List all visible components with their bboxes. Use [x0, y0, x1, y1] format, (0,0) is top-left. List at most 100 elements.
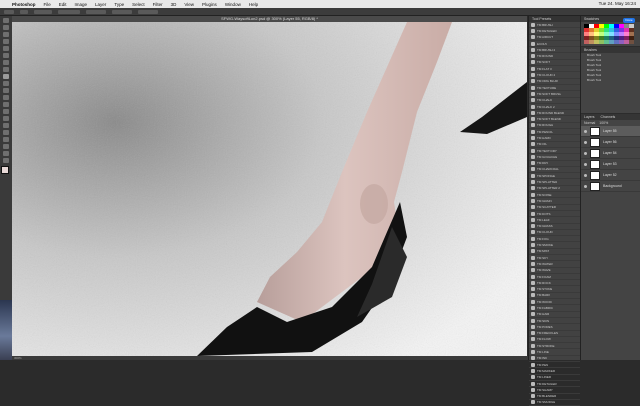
- brush-preset-label: TM FOG: [537, 236, 549, 241]
- brush-icon: [531, 186, 535, 191]
- brushes-mini-list: Brush Tool Brush Tool Brush Tool Brush Tool…: [581, 53, 640, 83]
- brush-preset-label: TM ROCK: [537, 280, 551, 285]
- frame-tool-icon[interactable]: [3, 53, 9, 58]
- menu-3d[interactable]: 3D: [171, 2, 177, 7]
- layer-name: Background: [603, 184, 622, 188]
- mode-select[interactable]: [58, 9, 80, 14]
- tool-presets-panel: Tool Presets TM BRUSH TM DETAILED TM AIRCU…: [528, 16, 580, 406]
- menu-view[interactable]: View: [184, 2, 194, 7]
- brush-icon: [531, 400, 535, 405]
- opacity-control[interactable]: [86, 9, 106, 14]
- clone-stamp-tool-icon[interactable]: [3, 81, 9, 86]
- eye-icon[interactable]: [584, 151, 587, 155]
- brush-icon: [531, 261, 535, 266]
- brush-preset-icon[interactable]: [20, 9, 28, 14]
- menu-window[interactable]: Window: [225, 2, 241, 7]
- flow-control[interactable]: [112, 9, 132, 14]
- gradient-tool-icon[interactable]: [3, 102, 9, 107]
- healing-tool-icon[interactable]: [3, 67, 9, 72]
- marquee-tool-icon[interactable]: [3, 25, 9, 30]
- eye-icon[interactable]: [584, 129, 587, 133]
- layer-thumbnail: [590, 181, 600, 191]
- blur-tool-icon[interactable]: [3, 109, 9, 114]
- menu-filter[interactable]: Filter: [153, 2, 163, 7]
- menu-layer[interactable]: Layer: [95, 2, 106, 7]
- eye-icon[interactable]: [584, 140, 587, 144]
- document-canvas[interactable]: [12, 22, 527, 356]
- menu-image[interactable]: Image: [75, 2, 88, 7]
- menu-plugins[interactable]: Plugins: [202, 2, 217, 7]
- menu-file[interactable]: File: [44, 2, 51, 7]
- color-swatch[interactable]: [629, 40, 634, 44]
- menu-app-name[interactable]: Photoshop: [12, 2, 36, 7]
- done-button[interactable]: Done: [623, 18, 635, 23]
- crop-tool-icon[interactable]: [3, 46, 9, 51]
- brush-tool-icon[interactable]: [3, 74, 9, 79]
- brush-icon: [531, 104, 535, 109]
- brush-preset-item[interactable]: TM SMUDGE: [529, 400, 580, 406]
- brush-preset-label: TM PORES: [537, 324, 553, 329]
- opacity-value[interactable]: 100%: [599, 121, 608, 125]
- color-swatches[interactable]: [1, 166, 12, 177]
- layer-row[interactable]: Layer 53: [581, 159, 640, 170]
- layer-row[interactable]: Layer 52: [581, 170, 640, 181]
- brush-preset-label: TM SOFT BRUSH: [537, 91, 562, 96]
- brush-icon: [531, 306, 535, 310]
- brush-mini-item[interactable]: Brush Tool: [581, 78, 640, 83]
- pen-tool-icon[interactable]: [3, 123, 9, 128]
- brush-icon: [531, 98, 535, 103]
- brush-preset-label: TM STONE: [537, 287, 553, 292]
- brush-preset-label: TM ORG BLUR: [537, 79, 558, 84]
- menu-edit[interactable]: Edit: [59, 2, 67, 7]
- brush-preset-label: TM SKY: [537, 255, 549, 260]
- blend-mode-select[interactable]: Normal: [584, 121, 595, 125]
- path-select-tool-icon[interactable]: [3, 137, 9, 142]
- dodge-tool-icon[interactable]: [3, 116, 9, 121]
- brush-icon: [531, 148, 535, 153]
- eye-icon[interactable]: [584, 173, 587, 177]
- eye-icon[interactable]: [584, 162, 587, 166]
- menu-bar: Photoshop File Edit Image Layer Type Sel…: [0, 0, 640, 8]
- brushes-mini-panel: Brushes Brush Tool Brush Tool Brush Tool Br…: [581, 46, 640, 83]
- move-tool-icon[interactable]: [3, 18, 9, 23]
- layer-row[interactable]: Background: [581, 181, 640, 192]
- brush-icon: [531, 110, 535, 115]
- clock-text: Tue 24. May 16:24: [598, 1, 636, 6]
- menu-select[interactable]: Select: [132, 2, 145, 7]
- brush-preset-label: TM WAVE: [537, 268, 551, 273]
- layer-row[interactable]: Layer 55: [581, 126, 640, 137]
- shape-tool-icon[interactable]: [3, 144, 9, 149]
- brush-preset-label: TM BLENDER: [537, 394, 557, 399]
- brush-icon: [531, 287, 535, 292]
- brush-preset-label: TM SPONGE: [537, 173, 556, 178]
- brush-icon: [531, 280, 535, 285]
- layer-row[interactable]: Layer 56: [581, 137, 640, 148]
- brush-icon: [531, 255, 535, 260]
- menubar-status: Tue 24. May 16:24: [591, 1, 636, 6]
- smoothing-control[interactable]: [138, 9, 158, 14]
- brush-icon: [531, 381, 535, 386]
- eye-icon[interactable]: [584, 184, 587, 188]
- layer-row[interactable]: Layer 54: [581, 148, 640, 159]
- menu-type[interactable]: Type: [114, 2, 124, 7]
- home-icon[interactable]: [4, 9, 14, 14]
- brush-preset-label: TM PENCIL: [537, 129, 554, 134]
- quick-select-tool-icon[interactable]: [3, 39, 9, 44]
- eraser-tool-icon[interactable]: [3, 95, 9, 100]
- tab-channels[interactable]: Channels: [601, 114, 616, 120]
- layer-thumbnail: [590, 148, 600, 158]
- foreground-color[interactable]: [1, 166, 9, 174]
- tab-layers[interactable]: Layers: [584, 114, 595, 120]
- lasso-tool-icon[interactable]: [3, 32, 9, 37]
- brush-size-control[interactable]: [34, 9, 52, 14]
- brush-preset-label: TM FABRIC: [537, 306, 554, 310]
- zoom-tool-icon[interactable]: [3, 158, 9, 163]
- brush-icon: [531, 205, 535, 210]
- history-brush-tool-icon[interactable]: [3, 88, 9, 93]
- type-tool-icon[interactable]: [3, 130, 9, 135]
- menu-help[interactable]: Help: [249, 2, 258, 7]
- eyedropper-tool-icon[interactable]: [3, 60, 9, 65]
- brush-preset-label: TM SKIN: [537, 318, 550, 323]
- hand-tool-icon[interactable]: [3, 151, 9, 156]
- brush-preset-label: TM ROUND: [537, 54, 554, 59]
